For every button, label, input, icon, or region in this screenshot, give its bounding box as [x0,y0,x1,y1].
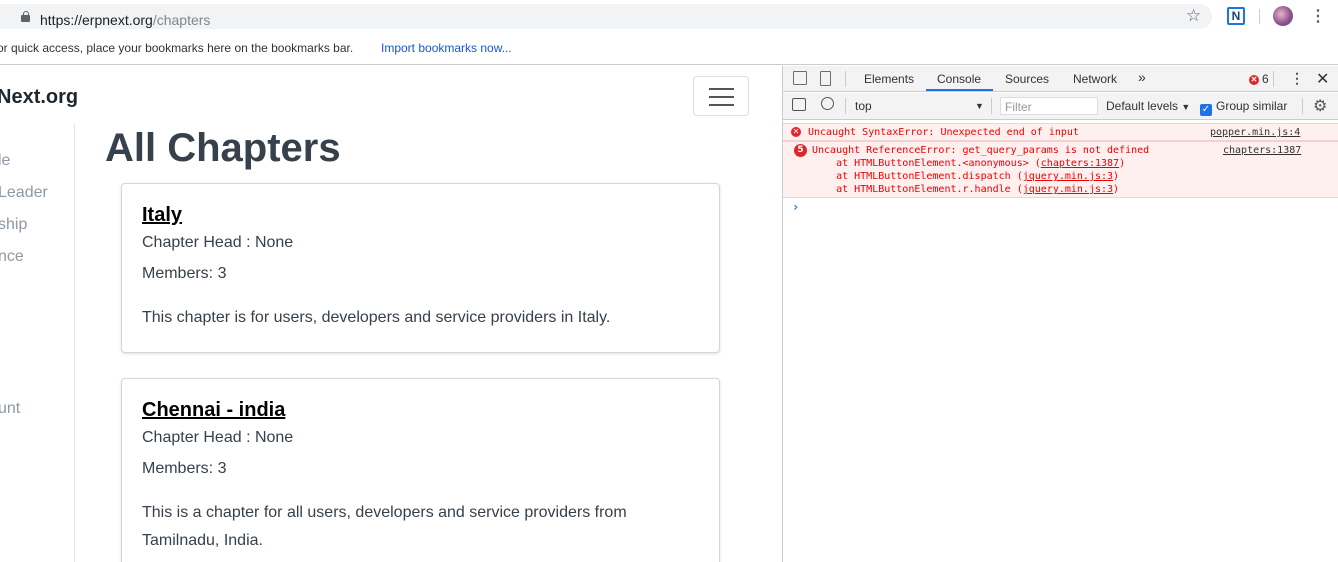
sidebar-item[interactable]: Leader [0,184,48,202]
console-output: ✕ Uncaught SyntaxError: Unexpected end o… [783,121,1338,562]
tab-console[interactable]: Console [937,72,981,86]
sidebar-toggle-icon[interactable] [792,98,806,111]
browser-menu-icon[interactable]: ⋮ [1310,6,1326,26]
stack-frame-link[interactable]: jquery.min.js:3 [1023,184,1113,195]
close-devtools-icon[interactable]: ✕ [1316,69,1329,89]
error-text: Uncaught SyntaxError: Unexpected end of … [808,127,1079,138]
chapter-head: Chapter Head : None [142,429,294,446]
more-tabs-icon[interactable]: » [1138,69,1146,85]
stack-frame: at HTMLButtonElement.r.handle (jquery.mi… [812,184,1120,195]
sidebar-item[interactable]: ship [0,216,27,234]
profile-avatar[interactable] [1273,6,1293,26]
stack-frame-link[interactable]: jquery.min.js:3 [1023,171,1113,182]
group-similar-checkbox[interactable]: ✓ Group similar [1200,99,1287,116]
active-tab-indicator [926,89,993,91]
bookmarks-bar: or quick access, place your bookmarks he… [0,33,1338,65]
error-counter[interactable]: ✕ 6 [1249,72,1269,86]
chevron-down-icon[interactable]: ▼ [975,101,984,111]
console-error-message: ✕ Uncaught SyntaxError: Unexpected end o… [783,123,1338,141]
inspect-element-icon[interactable] [793,71,807,85]
context-select[interactable]: top [855,99,872,113]
checkbox-checked-icon: ✓ [1200,104,1212,116]
page-title: All Chapters [105,126,341,170]
settings-gear-icon[interactable]: ⚙ [1313,96,1327,116]
error-icon: ✕ [791,127,801,137]
address-bar[interactable]: https://erpnext.org/chapters [0,4,1212,29]
hamburger-line [709,104,734,106]
hamburger-line [709,88,734,90]
stack-frame: at HTMLButtonElement.dispatch (jquery.mi… [812,171,1120,182]
browser-toolbar: ⁈ https://erpnext.org/chapters ☆ N ⋮ [0,0,1338,33]
chapter-members: Members: 3 [142,460,227,477]
toolbar-divider [845,98,846,114]
tab-sources[interactable]: Sources [1005,72,1049,86]
bookmarks-message: or quick access, place your bookmarks he… [0,41,354,55]
error-text: Uncaught ReferenceError: get_query_param… [812,145,1150,156]
console-error-message: 5 Uncaught ReferenceError: get_query_par… [783,141,1338,198]
web-page: Next.org le Leader ship nce unt All Chap… [0,66,782,562]
chapter-card: Chennai - india Chapter Head : None Memb… [121,378,720,562]
extension-icon[interactable]: N [1227,7,1245,25]
site-brand[interactable]: Next.org [0,86,78,109]
error-icon: ✕ [1249,74,1259,85]
devtools-menu-icon[interactable]: ⋮ [1290,70,1304,87]
chapter-head: Chapter Head : None [142,234,294,251]
device-toolbar-icon[interactable] [820,71,831,86]
toolbar-divider [1302,98,1303,114]
repeat-count-badge: 5 [794,144,807,157]
levels-dropdown[interactable]: Default levels ▼ [1106,99,1190,113]
nav-toggle-button[interactable] [693,76,749,116]
devtools-tab-bar: Elements Console Sources Network » ✕ 6 ⋮ … [783,66,1338,92]
chapter-description: This is a chapter for all users, develop… [142,504,627,549]
devtools-panel: Elements Console Sources Network » ✕ 6 ⋮ … [782,66,1338,562]
clear-console-icon[interactable] [821,97,834,110]
toolbar-divider [991,98,992,114]
error-source-link[interactable]: chapters:1387 [1223,145,1301,156]
toolbar-divider [845,71,846,87]
url-text[interactable]: https://erpnext.org/chapters [40,12,210,28]
import-bookmarks-link[interactable]: Import bookmarks now... [381,41,512,55]
tab-network[interactable]: Network [1073,72,1117,86]
chapter-title-link[interactable]: Chennai - india [142,399,285,422]
lock-icon[interactable] [21,11,30,22]
stack-frame: at HTMLButtonElement.<anonymous> (chapte… [812,158,1126,169]
console-prompt-icon[interactable]: › [792,200,799,214]
stack-frame-link[interactable]: chapters:1387 [1041,158,1119,169]
error-source-link[interactable]: popper.min.js:4 [1210,127,1300,138]
toolbar-divider [1259,9,1260,24]
console-filter-input[interactable]: Filter [1000,97,1098,115]
tab-elements[interactable]: Elements [864,72,914,86]
toolbar-divider [1273,71,1274,87]
chapter-members: Members: 3 [142,265,227,282]
bookmark-star-icon[interactable]: ☆ [1186,6,1201,26]
chapter-card: Italy Chapter Head : None Members: 3 Thi… [121,183,720,353]
console-toolbar: top ▼ Filter Default levels ▼ ✓ Group sim… [783,93,1338,120]
chapter-title-link[interactable]: Italy [142,204,182,227]
sidebar-item[interactable]: le [0,152,10,170]
hamburger-line [709,96,734,98]
sidebar-item[interactable]: unt [0,400,20,418]
sidebar-divider [74,124,75,562]
sidebar-item[interactable]: nce [0,248,24,266]
chapter-description: This chapter is for users, developers an… [142,309,611,326]
